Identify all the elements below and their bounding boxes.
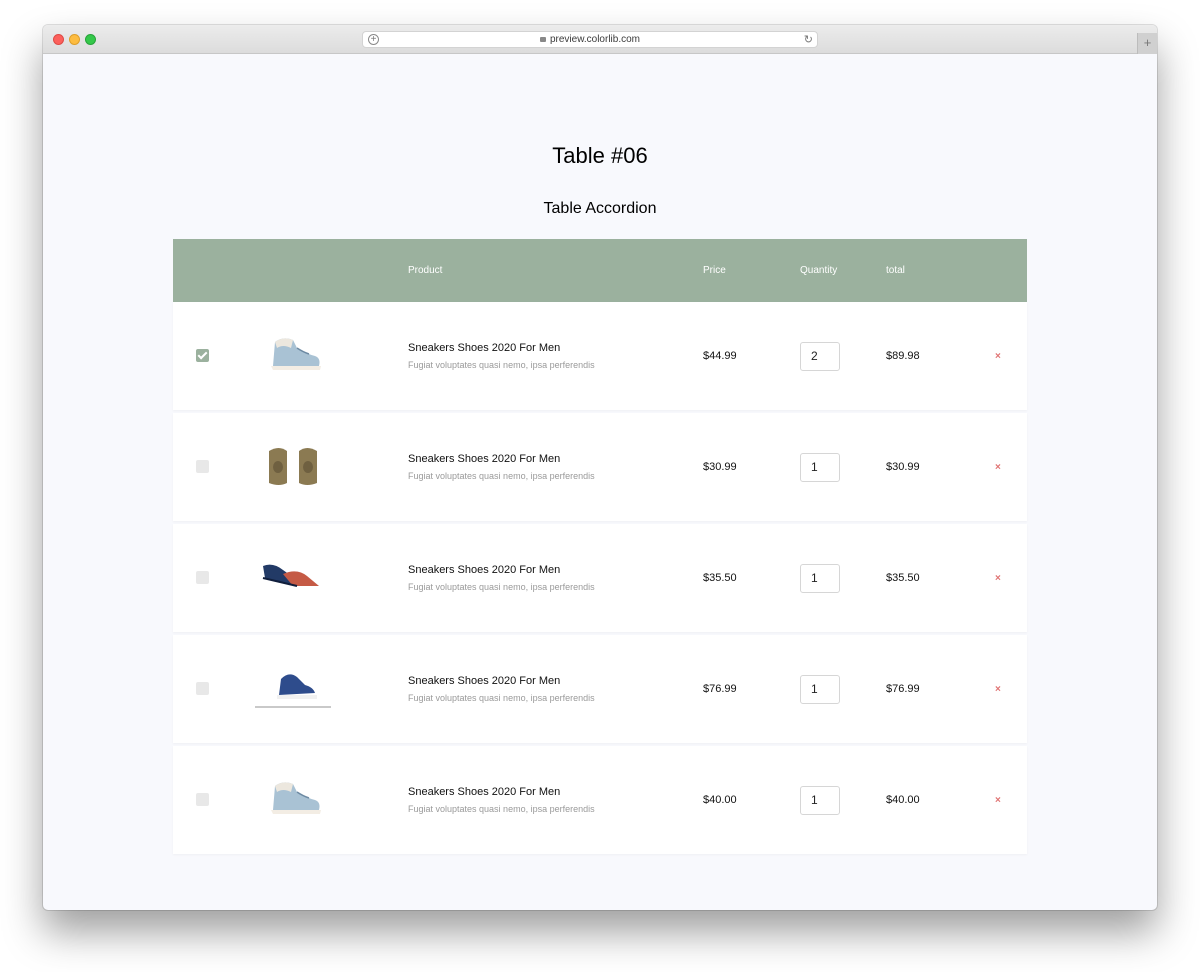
table-row[interactable]: Sneakers Shoes 2020 For Men Fugiat volupt… (173, 524, 1027, 632)
product-name: Sneakers Shoes 2020 For Men (408, 453, 561, 465)
header-quantity: Quantity (800, 265, 838, 276)
table-row[interactable]: Sneakers Shoes 2020 For Men Fugiat volupt… (173, 635, 1027, 743)
product-image (253, 655, 333, 715)
maximize-window-button[interactable] (85, 34, 96, 45)
remove-icon[interactable]: × (995, 462, 1001, 473)
quantity-input[interactable]: 1 (800, 786, 840, 815)
quantity-input[interactable]: 1 (800, 564, 840, 593)
product-image (253, 433, 333, 493)
lock-icon (539, 37, 546, 42)
remove-icon[interactable]: × (995, 573, 1001, 584)
quantity-input[interactable]: 1 (800, 453, 840, 482)
quantity-input[interactable]: 2 (800, 342, 840, 371)
product-price: $76.99 (703, 683, 737, 695)
product-image (253, 766, 333, 826)
row-checkbox[interactable] (196, 571, 209, 584)
product-name: Sneakers Shoes 2020 For Men (408, 675, 561, 687)
reload-icon[interactable]: ↻ (804, 33, 813, 46)
product-description: Fugiat voluptates quasi nemo, ipsa perfe… (408, 693, 595, 703)
row-checkbox[interactable] (196, 682, 209, 695)
table-body: Sneakers Shoes 2020 For Men Fugiat volupt… (173, 302, 1027, 854)
product-price: $35.50 (703, 572, 737, 584)
quantity-input[interactable]: 1 (800, 675, 840, 704)
row-checkbox[interactable] (196, 460, 209, 473)
product-description: Fugiat voluptates quasi nemo, ipsa perfe… (408, 804, 595, 814)
product-image (253, 544, 333, 604)
product-price: $30.99 (703, 461, 737, 473)
header-total: total (886, 265, 905, 276)
table-row[interactable]: Sneakers Shoes 2020 For Men Fugiat volupt… (173, 413, 1027, 521)
minimize-window-button[interactable] (69, 34, 80, 45)
row-total: $76.99 (886, 683, 920, 695)
product-image (253, 322, 333, 382)
close-window-button[interactable] (53, 34, 64, 45)
product-price: $44.99 (703, 350, 737, 362)
product-name: Sneakers Shoes 2020 For Men (408, 786, 561, 798)
url-text: preview.colorlib.com (549, 34, 641, 45)
header-price: Price (703, 265, 726, 276)
product-description: Fugiat voluptates quasi nemo, ipsa perfe… (408, 360, 595, 370)
page-title: Table #06 (552, 143, 648, 168)
remove-icon[interactable]: × (995, 684, 1001, 695)
remove-icon[interactable]: × (995, 351, 1001, 362)
row-checkbox[interactable] (196, 349, 209, 362)
url-display: preview.colorlib.com (363, 34, 817, 45)
browser-titlebar: + preview.colorlib.com ↻ + (43, 25, 1157, 54)
row-total: $89.98 (886, 350, 920, 362)
browser-window: + preview.colorlib.com ↻ + Table #06 Tab… (43, 25, 1157, 910)
remove-icon[interactable]: × (995, 795, 1001, 806)
new-tab-button[interactable]: + (1137, 33, 1157, 54)
product-description: Fugiat voluptates quasi nemo, ipsa perfe… (408, 582, 595, 592)
row-checkbox[interactable] (196, 793, 209, 806)
cart-table: Product Price Quantity total Sneakers Sh… (173, 239, 1027, 857)
page-subtitle: Table Accordion (543, 200, 657, 217)
table-header: Product Price Quantity total (173, 239, 1027, 302)
product-name: Sneakers Shoes 2020 For Men (408, 564, 561, 576)
row-total: $30.99 (886, 461, 920, 473)
product-price: $40.00 (703, 794, 737, 806)
row-total: $40.00 (886, 794, 920, 806)
product-description: Fugiat voluptates quasi nemo, ipsa perfe… (408, 471, 595, 481)
product-name: Sneakers Shoes 2020 For Men (408, 342, 561, 354)
row-total: $35.50 (886, 572, 920, 584)
address-bar[interactable]: + preview.colorlib.com ↻ (362, 31, 818, 48)
table-row[interactable]: Sneakers Shoes 2020 For Men Fugiat volupt… (173, 746, 1027, 854)
table-row[interactable]: Sneakers Shoes 2020 For Men Fugiat volupt… (173, 302, 1027, 410)
header-product: Product (408, 265, 443, 276)
